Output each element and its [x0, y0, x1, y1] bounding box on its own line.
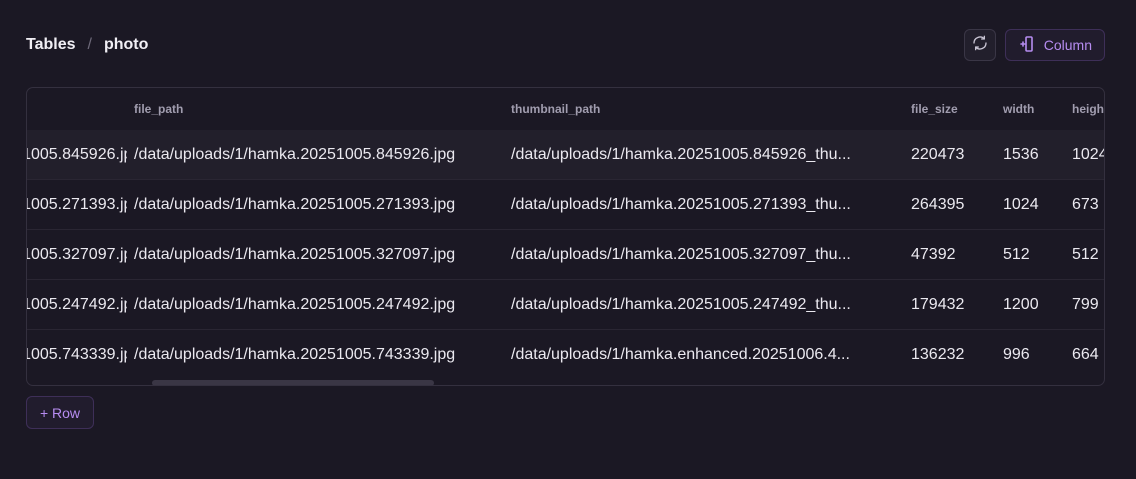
cell-width[interactable]: 1200 — [996, 296, 1065, 314]
breadcrumb-separator: / — [87, 36, 92, 53]
table-row[interactable]: hamka.20251005.327097.jpg /data/uploads/… — [27, 230, 1104, 280]
horizontal-scrollbar-thumb[interactable] — [152, 380, 434, 385]
table-row[interactable]: hamka.20251005.743339.jpg /data/uploads/… — [27, 330, 1104, 380]
cell-height[interactable]: 1024 — [1065, 146, 1104, 164]
breadcrumb: Tables / photo — [26, 36, 148, 54]
cell-width[interactable]: 1536 — [996, 146, 1065, 164]
column-header-file-size[interactable]: file_size — [904, 102, 996, 116]
cell-filename[interactable]: hamka.20251005.247492.jpg — [27, 296, 127, 314]
column-header-file-path[interactable]: file_path — [127, 102, 504, 116]
cell-thumbnail-path[interactable]: /data/uploads/1/hamka.20251005.845926_th… — [504, 146, 904, 164]
add-column-icon — [1019, 35, 1034, 55]
cell-filename[interactable]: hamka.20251005.845926.jpg — [27, 146, 127, 164]
table-row[interactable]: hamka.20251005.271393.jpg /data/uploads/… — [27, 180, 1104, 230]
cell-file-size[interactable]: 264395 — [904, 196, 996, 214]
breadcrumb-current-table: photo — [103, 36, 149, 53]
cell-width[interactable]: 996 — [996, 346, 1065, 364]
column-header-width[interactable]: width — [996, 102, 1065, 116]
add-column-button[interactable]: Column — [1004, 29, 1105, 61]
cell-height[interactable]: 673 — [1065, 196, 1104, 214]
data-table[interactable]: filename file_path thumbnail_path file_s… — [26, 87, 1105, 386]
refresh-button[interactable] — [963, 29, 996, 61]
cell-height[interactable]: 799 — [1065, 296, 1104, 314]
cell-file-size[interactable]: 220473 — [904, 146, 996, 164]
cell-file-path[interactable]: /data/uploads/1/hamka.20251005.271393.jp… — [127, 196, 504, 214]
refresh-icon — [972, 35, 988, 56]
cell-thumbnail-path[interactable]: /data/uploads/1/hamka.20251005.327097_th… — [504, 246, 904, 264]
cell-file-path[interactable]: /data/uploads/1/hamka.20251005.743339.jp… — [127, 346, 504, 364]
cell-width[interactable]: 512 — [996, 246, 1065, 264]
cell-height[interactable]: 512 — [1065, 246, 1104, 264]
cell-thumbnail-path[interactable]: /data/uploads/1/hamka.enhanced.20251006.… — [504, 346, 904, 364]
cell-height[interactable]: 664 — [1065, 346, 1104, 364]
breadcrumb-tables[interactable]: Tables — [26, 36, 76, 54]
cell-file-size[interactable]: 47392 — [904, 246, 996, 264]
cell-file-path[interactable]: /data/uploads/1/hamka.20251005.247492.jp… — [127, 296, 504, 314]
cell-file-size[interactable]: 179432 — [904, 296, 996, 314]
table-content: filename file_path thumbnail_path file_s… — [27, 88, 1104, 380]
cell-thumbnail-path[interactable]: /data/uploads/1/hamka.20251005.271393_th… — [504, 196, 904, 214]
column-header-height[interactable]: height — [1065, 102, 1104, 116]
cell-file-size[interactable]: 136232 — [904, 346, 996, 364]
cell-filename[interactable]: hamka.20251005.327097.jpg — [27, 246, 127, 264]
table-header-row: filename file_path thumbnail_path file_s… — [27, 88, 1104, 130]
cell-thumbnail-path[interactable]: /data/uploads/1/hamka.20251005.247492_th… — [504, 296, 904, 314]
cell-file-path[interactable]: /data/uploads/1/hamka.20251005.845926.jp… — [127, 146, 504, 164]
column-header-thumbnail-path[interactable]: thumbnail_path — [504, 102, 904, 116]
table-row[interactable]: hamka.20251005.247492.jpg /data/uploads/… — [27, 280, 1104, 330]
cell-filename[interactable]: hamka.20251005.743339.jpg — [27, 346, 127, 364]
cell-file-path[interactable]: /data/uploads/1/hamka.20251005.327097.jp… — [127, 246, 504, 264]
cell-width[interactable]: 1024 — [996, 196, 1065, 214]
cell-filename[interactable]: hamka.20251005.271393.jpg — [27, 196, 127, 214]
add-row-button[interactable]: + Row — [26, 396, 94, 429]
table-view-page: Tables / photo Column file_path thumbnai… — [0, 0, 1136, 479]
table-row[interactable]: hamka.20251005.845926.jpg /data/uploads/… — [27, 130, 1104, 180]
add-column-label: Column — [1043, 37, 1092, 53]
column-header-filename[interactable]: filename — [27, 102, 127, 116]
toolbar: Column — [963, 29, 1105, 61]
